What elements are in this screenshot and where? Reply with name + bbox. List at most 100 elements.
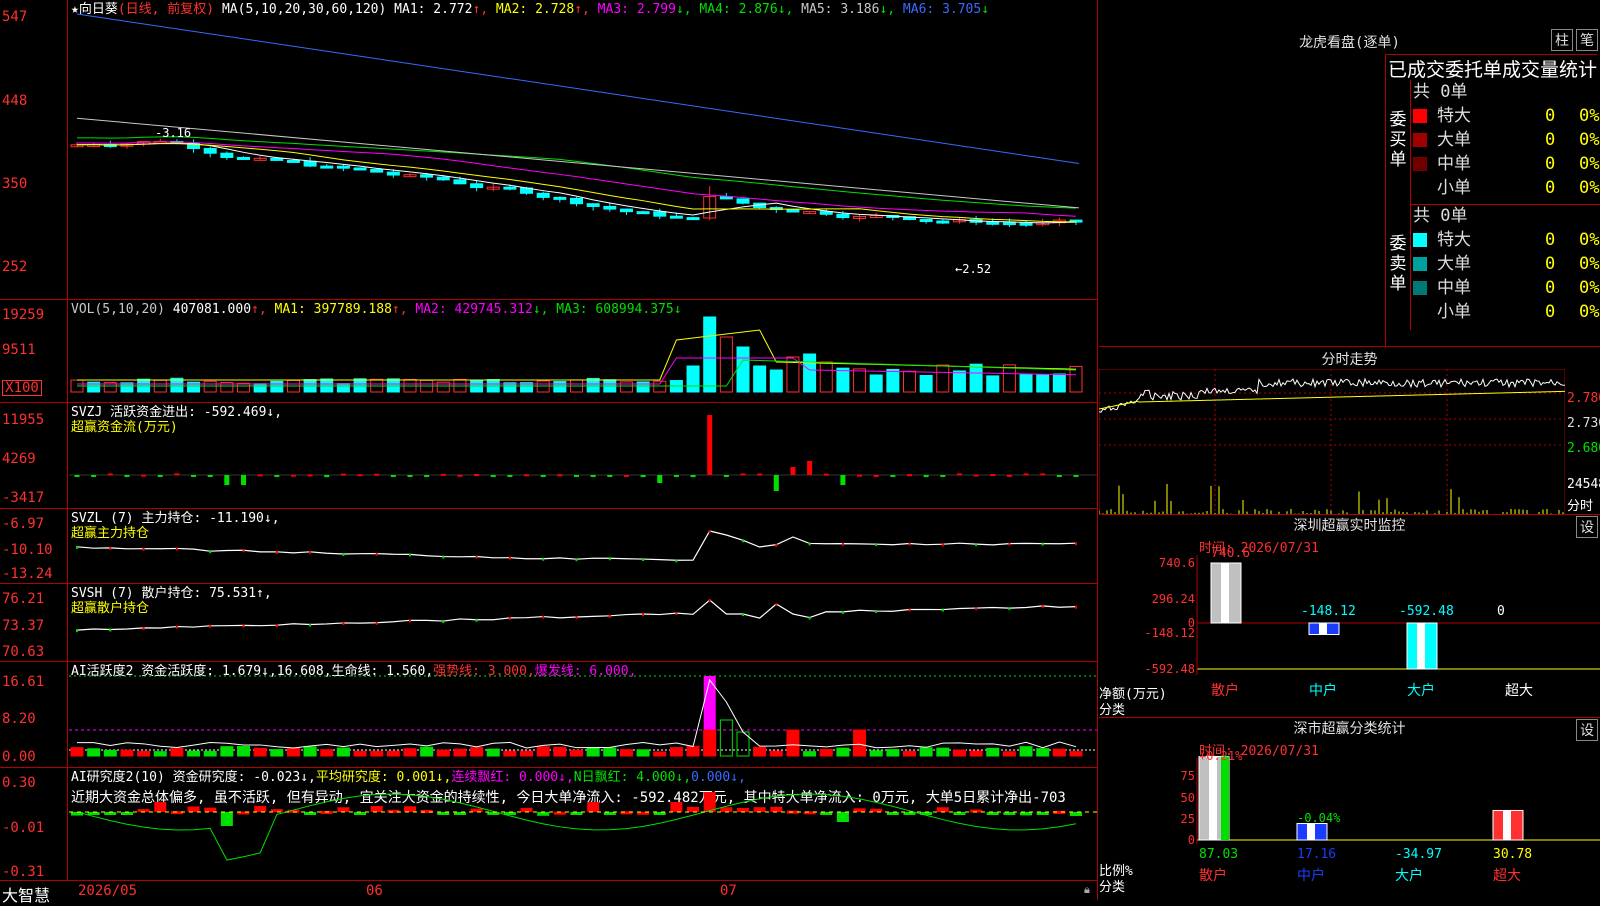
- indicator-tick: [1008, 542, 1011, 546]
- order-row: 特大 0 0%: [1411, 228, 1600, 252]
- indicator-tick: [76, 629, 78, 633]
- candle-body: [786, 208, 800, 213]
- ai-research-pane[interactable]: 0.30 -0.01 -0.31 AI研究度2(10) 资金研究度: -0.02…: [0, 768, 1098, 880]
- research-bar: [320, 811, 333, 815]
- svsh-pane[interactable]: 76.21 73.37 70.63 SVSH (7) 散户持仓: 75.531↑…: [0, 584, 1098, 662]
- volume-pane[interactable]: 19259 9511 X100 VOL(5,10,20) 407081.000↑…: [0, 300, 1098, 403]
- stats-tick: 50: [1181, 791, 1195, 805]
- order-row: 大单 0 0%: [1411, 252, 1600, 276]
- volume-bar: [819, 361, 833, 393]
- activity-bar: [903, 750, 916, 757]
- order-row: 特大 0 0%: [1411, 104, 1600, 128]
- indicator-tick: [875, 610, 878, 614]
- ai-research-chart[interactable]: [69, 768, 1097, 880]
- color-swatch: [1413, 133, 1427, 147]
- color-swatch: [1413, 305, 1427, 319]
- research-bar: [936, 807, 949, 812]
- flow-bar: [690, 475, 696, 478]
- volume-bar: [619, 381, 633, 393]
- candle-body: [237, 156, 250, 160]
- indicator-tick: [642, 613, 645, 617]
- activity-bar: [486, 748, 500, 757]
- tick-mode-button[interactable]: 笔: [1576, 29, 1598, 51]
- indicator-tick: [342, 552, 345, 556]
- flow-bar: [74, 475, 80, 477]
- activity-bar: [303, 746, 317, 757]
- sz-monitor-panel[interactable]: 深圳超赢实时监控 设 时间: 2026/07/31 740.6 296.24 0 -1…: [1099, 514, 1600, 718]
- activity-bar: [686, 745, 700, 757]
- indicator-tick: [742, 613, 744, 616]
- candlestick-pane[interactable]: 547 448 350 252 ★向日葵(日线, 前复权) MA(5,10,20…: [0, 0, 1098, 300]
- research-bar: [470, 808, 483, 812]
- flow-bar: [557, 474, 563, 477]
- activity-bar: [253, 747, 267, 757]
- stats-value: -34.97: [1395, 847, 1442, 862]
- category-label: 中户: [1309, 682, 1337, 699]
- volume-bar: [769, 369, 783, 393]
- svzj-chart[interactable]: [69, 403, 1097, 509]
- activity-bar: [886, 749, 900, 757]
- indicator-tick: [575, 558, 578, 562]
- flow-bar: [740, 473, 746, 476]
- flow-bar: [623, 474, 629, 477]
- intraday-chart[interactable]: [1099, 369, 1565, 515]
- activity-line: [76, 678, 1077, 749]
- indicator-tick: [375, 552, 378, 556]
- volume-bar: [1002, 364, 1016, 393]
- order-type: 小单: [1437, 302, 1471, 322]
- dragon-tiger-panel[interactable]: 龙虎看盘(逐单) 柱 笔 已成交委托单成交量统计 委买单 共 0单 特大 0 0% 大…: [1099, 0, 1600, 346]
- research-bar: [836, 812, 849, 822]
- volume-bar: [636, 381, 650, 393]
- research-bar: [737, 807, 749, 812]
- research-tick: -0.31: [2, 864, 45, 880]
- volume-bar: [736, 346, 750, 393]
- order-pct: 0%: [1579, 154, 1600, 174]
- activity-bar: [786, 729, 800, 757]
- candle-body: [336, 165, 350, 169]
- indicator-tick: [475, 618, 478, 622]
- svzj-pane[interactable]: 11955 4269 -3417 SVZJ 活跃资金进出: -592.469↓,…: [0, 403, 1098, 509]
- activity-bar: [153, 751, 167, 757]
- intraday-price-tick: 2.780: [1567, 391, 1600, 406]
- indicator-tick: [475, 555, 478, 559]
- monitor-tick: -592.48: [1144, 662, 1195, 676]
- volume-bar: [719, 336, 733, 393]
- svsh-chart[interactable]: [69, 584, 1097, 662]
- intraday-title: 分时走势: [1321, 352, 1378, 368]
- sz-stats-chart[interactable]: 75 50 25 0 87.03 散户 17.16 中户 -34.97 大户 30.78 超大 +0.2…: [1099, 718, 1600, 901]
- activity-bar: [187, 750, 201, 757]
- activity-bar: [203, 750, 217, 757]
- stats-value: 87.03: [1199, 847, 1238, 862]
- activity-bar: [87, 748, 101, 757]
- volume-chart[interactable]: [69, 300, 1097, 403]
- svzl-pane[interactable]: -6.97 -10.10 -13.24 SVZL (7) 主力持仓: -11.1…: [0, 509, 1098, 584]
- buy-total: 共 0单: [1413, 82, 1468, 102]
- candle-body: [536, 192, 550, 198]
- ai-activity-chart[interactable]: [69, 662, 1097, 768]
- flow-bar: [307, 474, 313, 477]
- svzl-chart[interactable]: [69, 509, 1097, 584]
- intraday-frame: [1099, 369, 1565, 515]
- activity-bar: [603, 747, 617, 757]
- chart-area[interactable]: 547 448 350 252 ★向日葵(日线, 前复权) MA(5,10,20…: [0, 0, 1098, 880]
- flow-bar: [923, 475, 929, 478]
- svzj-tick: 4269: [2, 451, 36, 467]
- intraday-panel[interactable]: 分时走势 2.780 2.730 2.680 24548 分时: [1099, 346, 1600, 515]
- activity-bar: [470, 747, 484, 757]
- indicator-tick: [608, 557, 611, 561]
- sz-monitor-chart[interactable]: 740.6 296.24 0 -148.12 -592.48 740.6 散户 -148.12…: [1099, 515, 1600, 718]
- flow-bar: [540, 475, 546, 477]
- stats-value: 17.16: [1297, 847, 1336, 862]
- activity-bar: [103, 749, 117, 757]
- sz-stats-panel[interactable]: 深市超赢分类统计 设 时间: 2026/07/31 75 50 25 0 87.03 散户…: [1099, 717, 1600, 900]
- indicator-tick: [142, 626, 145, 630]
- category-label: 大户: [1395, 867, 1423, 884]
- research-bar: [520, 807, 533, 812]
- candlestick-chart[interactable]: [69, 0, 1097, 300]
- indicator-tick: [642, 558, 645, 562]
- bar-mode-button[interactable]: 柱: [1551, 29, 1573, 51]
- activity-bar: [220, 746, 234, 757]
- ai-activity-pane[interactable]: 16.61 8.20 0.00 AI活跃度2 资金活跃度: 1.679↓,16.…: [0, 662, 1098, 768]
- svzj-axis: 11955 4269 -3417: [0, 403, 68, 508]
- activity-bar: [669, 747, 683, 757]
